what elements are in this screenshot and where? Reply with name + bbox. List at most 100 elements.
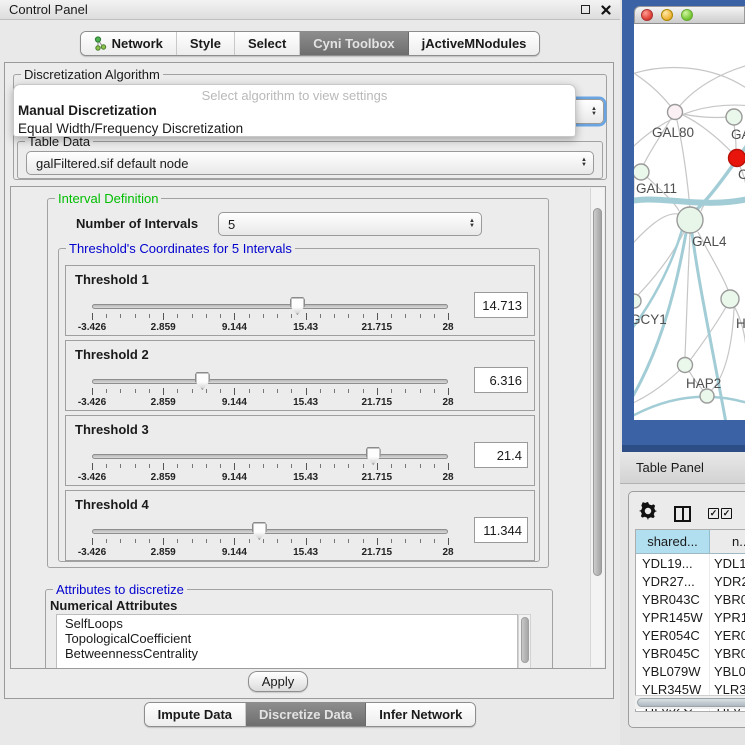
table-row[interactable]: YDL19...YDL1 [636, 554, 745, 572]
interval-definition-group: Interval Definition Number of Intervals … [47, 198, 549, 568]
columns-icon[interactable] [674, 506, 691, 522]
network-node[interactable] [668, 105, 683, 120]
attribute-list-item[interactable]: BetweennessCentrality [57, 645, 517, 660]
gear-icon[interactable] [639, 502, 657, 525]
column-header-shared-name[interactable]: shared... [636, 530, 710, 553]
threshold-slider[interactable]: -3.4262.8599.14415.4321.71528 [88, 446, 456, 486]
threshold-value-field[interactable]: 6.316 [474, 367, 528, 393]
threshold-value-field[interactable]: 14.713 [474, 292, 528, 318]
number-of-intervals-combobox[interactable]: 5 ▲▼ [218, 212, 482, 236]
apply-button[interactable]: Apply [248, 671, 308, 692]
tab-network[interactable]: Network [81, 32, 177, 55]
slider-ticks [92, 537, 448, 546]
number-of-intervals-value: 5 [228, 217, 235, 232]
table-horizontal-scrollbar[interactable] [635, 695, 745, 709]
tab-jactivemnodules[interactable]: jActiveMNodules [409, 32, 540, 55]
table-data-group: Table Data galFiltered.sif default node … [17, 141, 603, 179]
table-data-combobox[interactable]: galFiltered.sif default node ▲▼ [26, 151, 594, 175]
float-window-icon[interactable] [581, 5, 590, 14]
scrollbar-thumb[interactable] [637, 698, 745, 707]
slider-ticks [92, 462, 448, 471]
network-node[interactable] [634, 294, 641, 308]
network-node[interactable] [700, 389, 714, 403]
cell-name: YBR0 [710, 644, 745, 662]
threshold-slider[interactable]: -3.4262.8599.14415.4321.71528 [88, 296, 456, 336]
cyni-bottom-tabbar: Impute Data Discretize Data Infer Network [0, 702, 620, 727]
slider-track[interactable] [92, 454, 448, 459]
attributes-list-scrollbar[interactable] [518, 614, 531, 669]
network-node[interactable] [634, 164, 649, 180]
attributes-group: Attributes to discretize Numerical Attri… [45, 589, 553, 669]
close-icon[interactable] [601, 5, 611, 15]
bottom-tab-discretize-data[interactable]: Discretize Data [246, 703, 366, 726]
minimize-traffic-light-icon[interactable] [661, 9, 673, 21]
network-canvas[interactable]: GAL80 GA C GAL11 GAL4 GCY1 H HAP2 [634, 24, 745, 420]
threshold-label: Threshold 2 [75, 347, 149, 362]
column-header-name[interactable]: n... [710, 530, 745, 553]
algorithm-group-label: Discretization Algorithm [21, 67, 163, 82]
slider-track[interactable] [92, 379, 448, 384]
network-window-titlebar [634, 6, 745, 24]
tab-style[interactable]: Style [177, 32, 235, 55]
scrollbar-thumb[interactable] [521, 617, 529, 663]
tab-label: Network [112, 36, 163, 51]
dropdown-placeholder-option[interactable]: Select algorithm to view settings [14, 85, 575, 102]
tab-cyni-toolbox[interactable]: Cyni Toolbox [300, 32, 408, 55]
table-data-value: galFiltered.sif default node [36, 156, 188, 171]
network-node[interactable] [726, 109, 742, 125]
dropdown-option-equal-width-frequency-discretization[interactable]: Equal Width/Frequency Discretization [14, 120, 575, 137]
table-row[interactable]: YBR045CYBR0 [636, 644, 745, 662]
tab-label: Infer Network [379, 707, 462, 722]
control-panel-title: Control Panel [9, 2, 88, 17]
table-row[interactable]: YER054CYER0 [636, 626, 745, 644]
control-panel-window: Control Panel Network StyleSelectCyni Too… [0, 0, 620, 745]
threshold-value-field[interactable]: 11.344 [474, 517, 528, 543]
network-node[interactable] [678, 358, 693, 373]
network-node-label: GCY1 [634, 312, 667, 327]
select-columns-icons[interactable]: ✓ ✓ [708, 508, 732, 519]
close-traffic-light-icon[interactable] [641, 9, 653, 21]
network-node-selected[interactable] [729, 150, 745, 167]
table-row[interactable]: YDR27...YDR2 [636, 572, 745, 590]
settings-vertical-scrollbar[interactable] [590, 188, 604, 667]
checkbox-icon: ✓ [721, 508, 732, 519]
node-table-header: shared... n... [636, 530, 745, 554]
table-panel-title: Table Panel [636, 460, 704, 475]
network-node[interactable] [677, 207, 703, 233]
slider-track[interactable] [92, 529, 448, 534]
cell-shared-name: YDR27... [636, 572, 710, 590]
tab-label: Impute Data [158, 707, 232, 722]
threshold-label: Threshold 1 [75, 272, 149, 287]
bottom-tab-impute-data[interactable]: Impute Data [145, 703, 246, 726]
network-node-label: HAP2 [686, 376, 721, 391]
checkbox-icon: ✓ [708, 508, 719, 519]
algorithm-settings-scrollpane: Interval Definition Number of Intervals … [10, 186, 606, 669]
slider-track[interactable] [92, 304, 448, 309]
dropdown-option-manual-discretization[interactable]: Manual Discretization [14, 102, 575, 120]
combo-stepper-icon: ▲▼ [591, 107, 599, 117]
network-node[interactable] [721, 290, 739, 308]
numerical-attributes-list[interactable]: SelfLoopsTopologicalCoefficientBetweenne… [56, 614, 518, 669]
threshold-slider[interactable]: -3.4262.8599.14415.4321.71528 [88, 371, 456, 411]
tab-select[interactable]: Select [235, 32, 300, 55]
attribute-list-item[interactable]: SelfLoops [57, 615, 517, 630]
table-row[interactable]: YBL079WYBL0 [636, 662, 745, 680]
slider-tick-labels: -3.4262.8599.14415.4321.71528 [92, 322, 448, 334]
scrollbar-thumb[interactable] [593, 208, 602, 576]
table-panel-toolbar: ✓ ✓ [639, 502, 732, 525]
table-row[interactable]: YPR145WYPR1 [636, 608, 745, 626]
table-row[interactable]: YBR043CYBR0 [636, 590, 745, 608]
threshold-panel: Threshold 3 -3.4262.8599.14415.4321.7152… [65, 415, 535, 486]
slider-tick-labels: -3.4262.8599.14415.4321.71528 [92, 547, 448, 559]
cell-name: YPR1 [710, 608, 745, 626]
network-node-label: GAL4 [692, 234, 727, 249]
threshold-slider[interactable]: -3.4262.8599.14415.4321.71528 [88, 521, 456, 561]
interval-definition-label: Interval Definition [55, 191, 161, 206]
threshold-value-field[interactable]: 21.4 [474, 442, 528, 468]
slider-ticks [92, 387, 448, 396]
cell-shared-name: YER054C [636, 626, 710, 644]
attribute-list-item[interactable]: TopologicalCoefficient [57, 630, 517, 645]
zoom-traffic-light-icon[interactable] [681, 9, 693, 21]
network-node-label: GAL80 [652, 125, 694, 140]
bottom-tab-infer-network[interactable]: Infer Network [366, 703, 475, 726]
